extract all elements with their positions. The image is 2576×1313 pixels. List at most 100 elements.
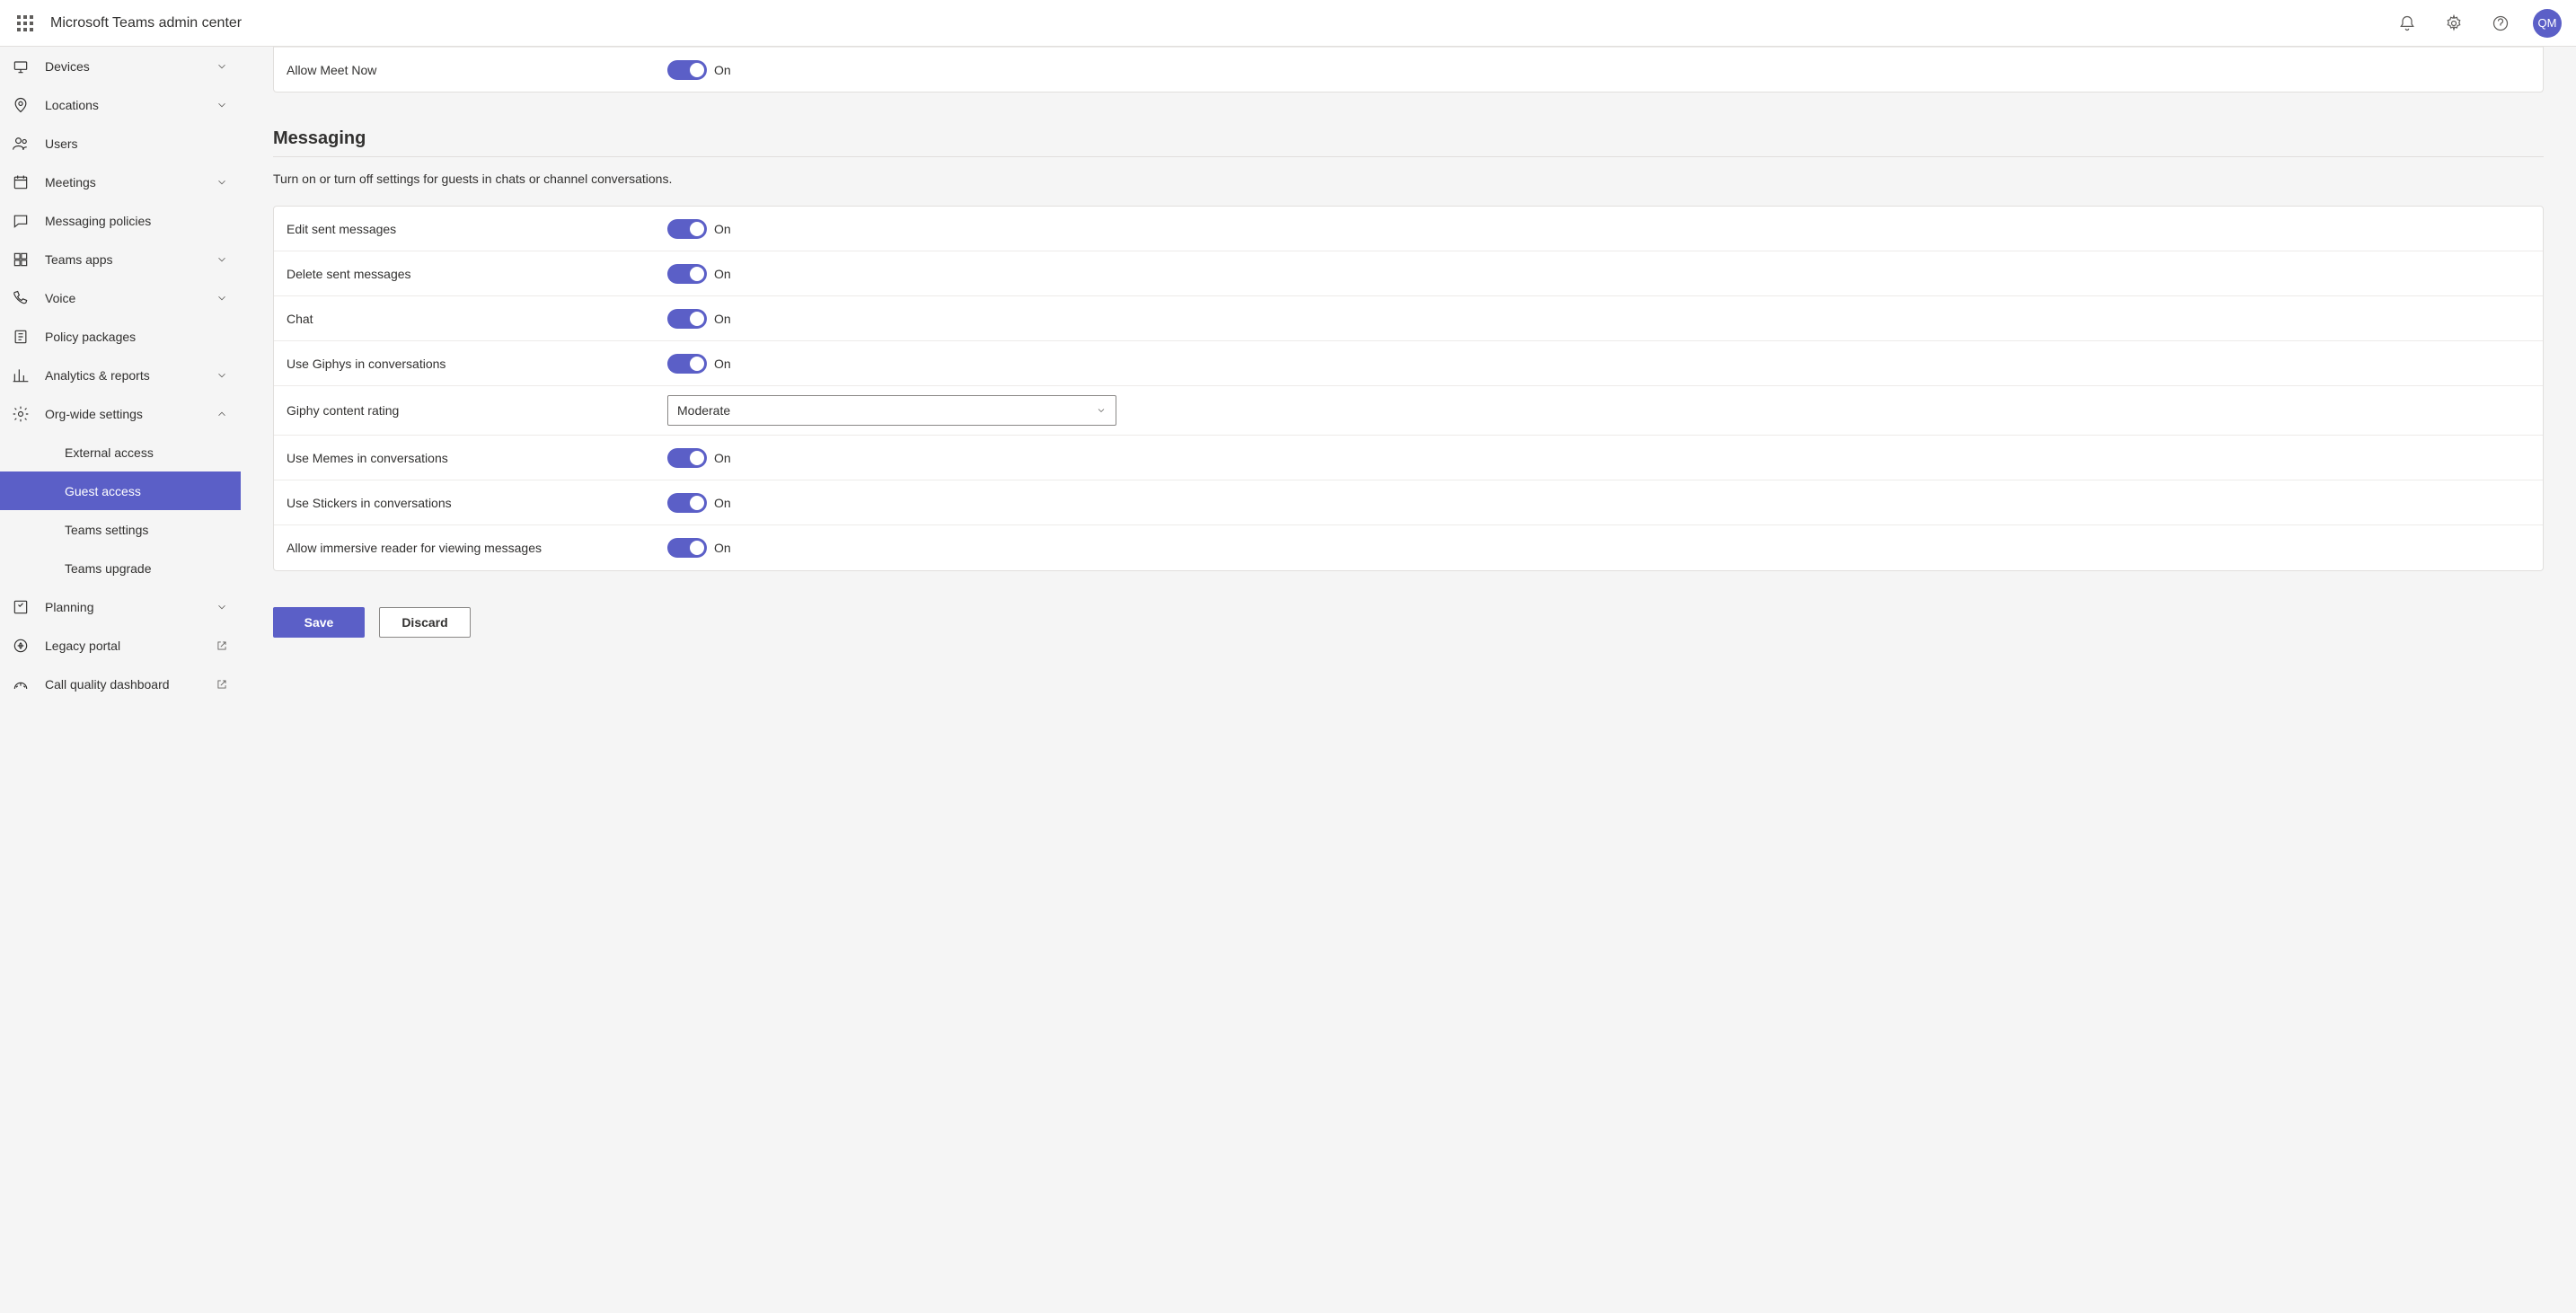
sidebar-subitem-external-access[interactable]: External access [0, 433, 241, 471]
sidebar-item-users[interactable]: Users [0, 124, 241, 163]
sidebar-item-label: Devices [45, 59, 216, 74]
allow-meet-now-toggle[interactable] [667, 60, 707, 80]
sidebar-subitem-label: Teams upgrade [65, 561, 152, 576]
sidebar-subitem-teams-upgrade[interactable]: Teams upgrade [0, 549, 241, 587]
sidebar-item-call-quality-dashboard[interactable]: Call quality dashboard [0, 665, 241, 703]
messaging-section-title: Messaging [273, 128, 2544, 157]
settings-button[interactable] [2432, 2, 2475, 45]
chevron-down-icon [216, 99, 228, 111]
external-link-icon [216, 678, 228, 691]
action-buttons: Save Discard [273, 607, 2544, 638]
setting-label: Edit sent messages [287, 222, 667, 236]
sidebar-item-messaging-policies[interactable]: Messaging policies [0, 201, 241, 240]
user-avatar[interactable]: QM [2533, 9, 2562, 38]
toggle-knob [690, 496, 704, 510]
setting-label: Chat [287, 312, 667, 326]
chevron-down-icon [1096, 405, 1107, 416]
toggle-knob [690, 541, 704, 555]
use-giphys-toggle[interactable] [667, 354, 707, 374]
chevron-down-icon [216, 253, 228, 266]
settings-icon [11, 404, 31, 424]
sidebar-item-meetings[interactable]: Meetings [0, 163, 241, 201]
use-memes-toggle[interactable] [667, 448, 707, 468]
sidebar-item-legacy-portal[interactable]: Legacy portal [0, 626, 241, 665]
save-button[interactable]: Save [273, 607, 365, 638]
use-stickers-toggle[interactable] [667, 493, 707, 513]
chevron-down-icon [216, 176, 228, 189]
toggle-state: On [714, 267, 731, 281]
sidebar-item-label: Policy packages [45, 330, 228, 344]
setting-row: Delete sent messages On [274, 251, 2543, 296]
header-actions: QM [2386, 2, 2569, 45]
immersive-reader-toggle[interactable] [667, 538, 707, 558]
toggle-state: On [714, 312, 731, 326]
setting-row: Use Stickers in conversations On [274, 480, 2543, 525]
help-button[interactable] [2479, 2, 2522, 45]
chevron-up-icon [216, 408, 228, 420]
app-header: Microsoft Teams admin center QM [0, 0, 2576, 47]
chevron-down-icon [216, 601, 228, 613]
sidebar-item-planning[interactable]: Planning [0, 587, 241, 626]
app-launcher-button[interactable] [7, 5, 43, 41]
toggle-knob [690, 312, 704, 326]
sidebar-subitem-guest-access[interactable]: Guest access [0, 471, 241, 510]
setting-label: Use Giphys in conversations [287, 357, 667, 371]
sidebar-item-analytics-reports[interactable]: Analytics & reports [0, 356, 241, 394]
meetings-icon [11, 172, 31, 192]
setting-row: Chat On [274, 296, 2543, 341]
giphy-content-rating-dropdown[interactable]: Moderate [667, 395, 1116, 426]
edit-sent-messages-toggle[interactable] [667, 219, 707, 239]
toggle-state: On [714, 496, 731, 510]
phone-icon [11, 288, 31, 308]
calling-card: Allow Meet Now On [273, 47, 2544, 93]
sidebar-item-org-wide-settings[interactable]: Org-wide settings [0, 394, 241, 433]
sidebar-item-label: Planning [45, 600, 216, 614]
chevron-down-icon [216, 60, 228, 73]
waffle-icon [17, 15, 33, 31]
toggle-knob [690, 63, 704, 77]
setting-label: Allow immersive reader for viewing messa… [287, 541, 667, 555]
location-icon [11, 95, 31, 115]
chevron-down-icon [216, 292, 228, 304]
sidebar-item-label: Call quality dashboard [45, 677, 208, 692]
sidebar-item-teams-apps[interactable]: Teams apps [0, 240, 241, 278]
toggle-knob [690, 451, 704, 465]
discard-button[interactable]: Discard [379, 607, 471, 638]
sidebar-item-label: Voice [45, 291, 216, 305]
dashboard-icon [11, 674, 31, 694]
sidebar-item-label: Org-wide settings [45, 407, 216, 421]
sidebar-item-label: Legacy portal [45, 639, 208, 653]
external-link-icon [216, 639, 228, 652]
main-content: Allow Meet Now On Messaging Turn on or t… [241, 47, 2576, 1313]
toggle-state: On [714, 357, 731, 371]
setting-row: Use Giphys in conversations On [274, 341, 2543, 386]
sidebar-subitem-label: Teams settings [65, 523, 148, 537]
chevron-down-icon [216, 369, 228, 382]
messaging-card: Edit sent messages On Delete sent messag… [273, 206, 2544, 571]
sidebar-item-label: Teams apps [45, 252, 216, 267]
chat-icon [11, 211, 31, 231]
sidebar-item-voice[interactable]: Voice [0, 278, 241, 317]
dropdown-value: Moderate [677, 403, 730, 418]
sidebar-item-label: Messaging policies [45, 214, 228, 228]
sidebar-subitem-label: External access [65, 445, 154, 460]
notifications-button[interactable] [2386, 2, 2429, 45]
sidebar-subitem-label: Guest access [65, 484, 141, 498]
delete-sent-messages-toggle[interactable] [667, 264, 707, 284]
devices-icon [11, 57, 31, 76]
toggle-knob [690, 357, 704, 371]
setting-row: Allow immersive reader for viewing messa… [274, 525, 2543, 570]
setting-row: Giphy content rating Moderate [274, 386, 2543, 436]
toggle-state: On [714, 222, 731, 236]
package-icon [11, 327, 31, 347]
sidebar-item-locations[interactable]: Locations [0, 85, 241, 124]
setting-label: Use Memes in conversations [287, 451, 667, 465]
chat-toggle[interactable] [667, 309, 707, 329]
sidebar-item-devices[interactable]: Devices [0, 47, 241, 85]
toggle-state: On [714, 541, 731, 555]
sidebar-subitem-teams-settings[interactable]: Teams settings [0, 510, 241, 549]
toggle-knob [690, 222, 704, 236]
setting-label: Use Stickers in conversations [287, 496, 667, 510]
sidebar-item-policy-packages[interactable]: Policy packages [0, 317, 241, 356]
setting-label: Allow Meet Now [287, 63, 667, 77]
